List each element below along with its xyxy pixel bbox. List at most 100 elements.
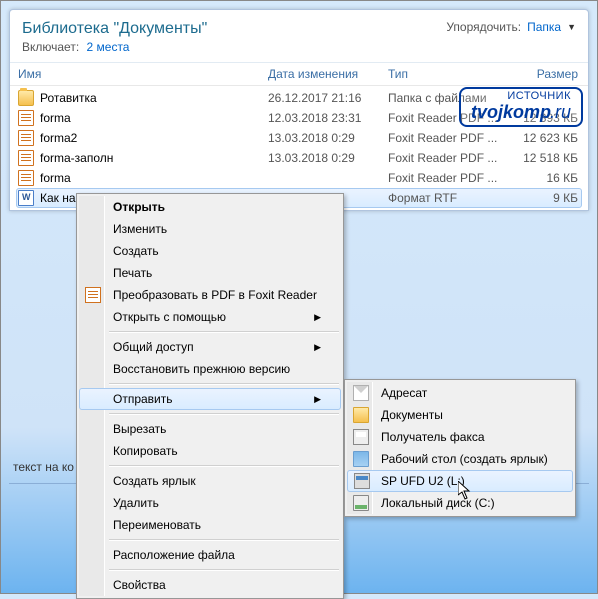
col-date[interactable]: Дата изменения	[268, 67, 388, 81]
file-size: 16 КБ	[508, 171, 578, 185]
pdf-icon	[18, 150, 34, 166]
sendto-item[interactable]: Локальный диск (C:)	[347, 492, 573, 514]
watermark-line2: tvojkomp.ru	[471, 103, 571, 122]
file-row[interactable]: formaFoxit Reader PDF ...16 КБ	[10, 168, 588, 188]
submenu-arrow-icon: ▶	[314, 312, 321, 323]
sort-value[interactable]: Папка	[527, 20, 561, 34]
menu-item[interactable]: Восстановить прежнюю версию	[79, 358, 341, 380]
sendto-item-label: Документы	[381, 408, 443, 422]
file-name: Как на	[40, 191, 76, 205]
chevron-down-icon: ▼	[567, 22, 576, 32]
menu-item-label: Создать ярлык	[113, 474, 196, 488]
menu-item[interactable]: Переименовать	[79, 514, 341, 536]
usb-icon	[354, 473, 370, 489]
menu-item-label: Удалить	[113, 496, 159, 510]
sendto-item-label: SP UFD U2 (L:)	[381, 474, 465, 488]
submenu-arrow-icon: ▶	[314, 394, 321, 405]
menu-item-label: Восстановить прежнюю версию	[113, 362, 290, 376]
menu-item-label: Расположение файла	[113, 548, 235, 562]
doc-icon	[18, 190, 34, 206]
menu-item-label: Создать	[113, 244, 159, 258]
menu-item[interactable]: Копировать	[79, 440, 341, 462]
sort-control[interactable]: Упорядочить: Папка ▼	[446, 20, 576, 34]
menu-item[interactable]: Открыть	[79, 196, 341, 218]
menu-item[interactable]: Вырезать	[79, 418, 341, 440]
file-name: forma-заполн	[40, 151, 113, 165]
menu-separator	[109, 465, 339, 467]
menu-item-label: Переименовать	[113, 518, 201, 532]
source-watermark: ИСТОЧНИК tvojkomp.ru	[459, 87, 583, 127]
menu-item[interactable]: Общий доступ ▶	[79, 336, 341, 358]
pdf-icon	[85, 287, 101, 303]
menu-item[interactable]: Создать ярлык	[79, 470, 341, 492]
menu-item-label: Общий доступ	[113, 340, 194, 354]
column-headers: Имя Дата изменения Тип Размер	[10, 63, 588, 86]
col-size[interactable]: Размер	[508, 67, 578, 81]
sendto-item-label: Получатель факса	[381, 430, 485, 444]
disk-icon	[353, 495, 369, 511]
send-to-submenu[interactable]: Адресат Документы Получатель факса Рабочий …	[344, 379, 576, 517]
sendto-item[interactable]: Рабочий стол (создать ярлык)	[347, 448, 573, 470]
desk-icon	[353, 451, 369, 467]
menu-separator	[109, 383, 339, 385]
pdf-icon	[18, 130, 34, 146]
menu-separator	[109, 539, 339, 541]
docs-icon	[353, 407, 369, 423]
sendto-item-label: Локальный диск (C:)	[381, 496, 495, 510]
col-type[interactable]: Тип	[388, 67, 508, 81]
sendto-item[interactable]: Документы	[347, 404, 573, 426]
file-row[interactable]: forma213.03.2018 0:29Foxit Reader PDF ..…	[10, 128, 588, 148]
menu-item-label: Вырезать	[113, 422, 166, 436]
col-name[interactable]: Имя	[18, 67, 268, 81]
file-name: forma	[40, 111, 71, 125]
menu-item[interactable]: Создать	[79, 240, 341, 262]
context-menu[interactable]: Открыть Изменить Создать Печать Преобразоват…	[76, 193, 344, 599]
includes-label: Включает:	[22, 40, 79, 54]
sendto-item-label: Адресат	[381, 386, 427, 400]
file-date: 13.03.2018 0:29	[268, 151, 388, 165]
sendto-item-label: Рабочий стол (создать ярлык)	[381, 452, 548, 466]
library-header: Библиотека "Документы" Включает: 2 места…	[10, 10, 588, 63]
file-date: 12.03.2018 23:31	[268, 111, 388, 125]
submenu-arrow-icon: ▶	[314, 342, 321, 353]
pdf-icon	[18, 110, 34, 126]
menu-item[interactable]: Удалить	[79, 492, 341, 514]
sendto-item[interactable]: SP UFD U2 (L:)	[347, 470, 573, 492]
file-size: 12 623 КБ	[508, 131, 578, 145]
menu-item-label: Свойства	[113, 578, 166, 592]
file-name: Ротавитка	[40, 91, 97, 105]
menu-item[interactable]: Изменить	[79, 218, 341, 240]
menu-item[interactable]: Расположение файла	[79, 544, 341, 566]
menu-item-label: Преобразовать в PDF в Foxit Reader	[113, 288, 317, 302]
menu-item-label: Отправить	[113, 392, 173, 406]
menu-item-label: Печать	[113, 266, 152, 280]
menu-item[interactable]: Печать	[79, 262, 341, 284]
file-name: forma2	[40, 131, 77, 145]
truncated-text: текст на ко	[13, 460, 74, 474]
includes-link[interactable]: 2 места	[87, 40, 130, 54]
fax-icon	[353, 429, 369, 445]
menu-item-label: Копировать	[113, 444, 178, 458]
file-size: 12 518 КБ	[508, 151, 578, 165]
file-type: Формат RTF	[388, 191, 508, 205]
file-type: Foxit Reader PDF ...	[388, 131, 508, 145]
menu-separator	[109, 413, 339, 415]
file-row[interactable]: forma-заполн 13.03.2018 0:29Foxit Reader …	[10, 148, 588, 168]
file-type: Foxit Reader PDF ...	[388, 151, 508, 165]
file-type: Foxit Reader PDF ...	[388, 171, 508, 185]
library-title: Библиотека "Документы"	[22, 20, 207, 38]
menu-item[interactable]: Преобразовать в PDF в Foxit Reader	[79, 284, 341, 306]
menu-item[interactable]: Свойства	[79, 574, 341, 596]
menu-item-label: Изменить	[113, 222, 167, 236]
menu-item[interactable]: Открыть с помощью ▶	[79, 306, 341, 328]
menu-separator	[109, 331, 339, 333]
library-includes: Включает: 2 места	[22, 40, 207, 54]
menu-item-label: Открыть с помощью	[113, 310, 226, 324]
file-size: 9 КБ	[508, 191, 578, 205]
pdf-icon	[18, 170, 34, 186]
file-date: 26.12.2017 21:16	[268, 91, 388, 105]
sendto-item[interactable]: Получатель факса	[347, 426, 573, 448]
sendto-item[interactable]: Адресат	[347, 382, 573, 404]
menu-item-label: Открыть	[113, 200, 165, 214]
menu-item[interactable]: Отправить ▶	[79, 388, 341, 410]
